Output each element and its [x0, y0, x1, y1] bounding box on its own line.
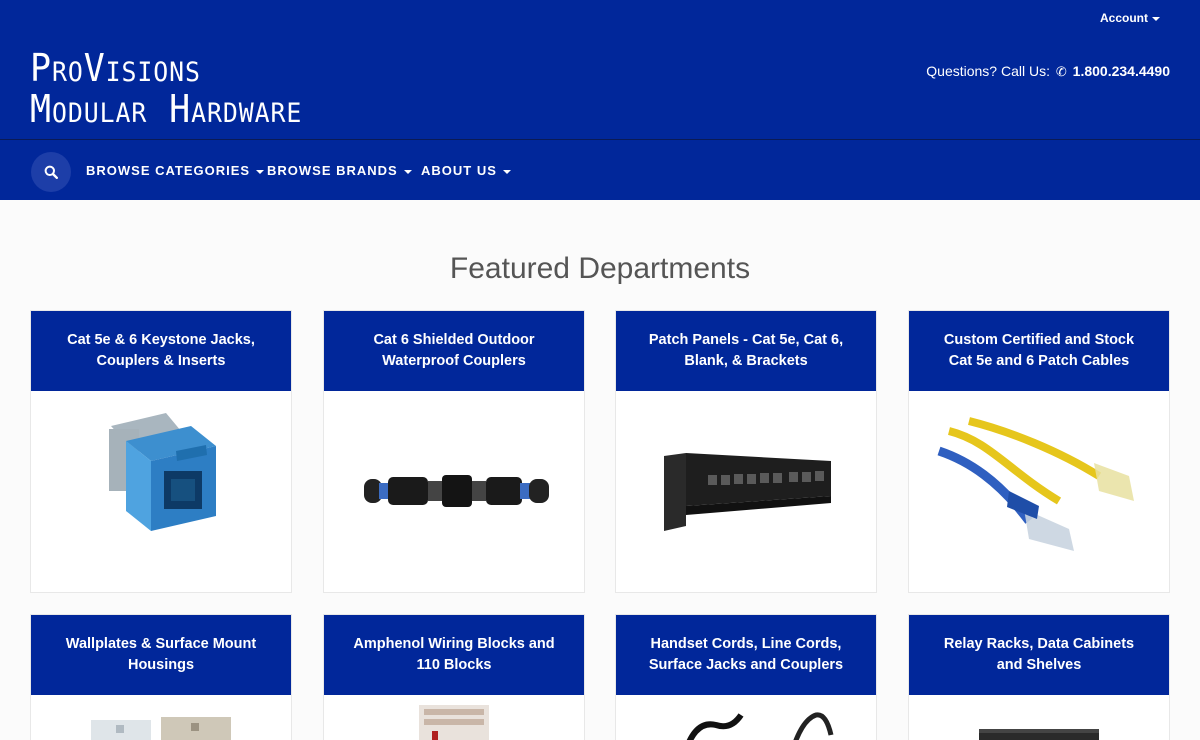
site-header: Account ProVisions Modular Hardware Ques… [0, 0, 1200, 139]
wiring-block-image [324, 695, 584, 740]
department-title: Wallplates & Surface Mount Housings [31, 615, 291, 695]
phone-contact: Questions? Call Us: ✆ 1.800.234.4490 [926, 63, 1170, 80]
main-content: Featured Departments Cat 5e & 6 Keystone… [0, 200, 1200, 740]
site-logo[interactable]: ProVisions Modular Hardware [30, 48, 302, 130]
waterproof-coupler-image [324, 391, 584, 592]
handset-cord-image [616, 695, 876, 740]
nav-label: BROWSE BRANDS [267, 163, 398, 178]
department-card-wiring-blocks[interactable]: Amphenol Wiring Blocks and 110 Blocks [323, 614, 585, 740]
nav-label: BROWSE CATEGORIES [86, 163, 251, 178]
relay-rack-image [909, 695, 1169, 740]
caret-down-icon [403, 169, 412, 174]
nav-about-us[interactable]: ABOUT US [421, 163, 511, 178]
caret-down-icon [502, 169, 511, 174]
department-title: Amphenol Wiring Blocks and 110 Blocks [324, 615, 584, 695]
logo-line-2: Modular Hardware [30, 87, 303, 131]
logo-line-1: ProVisions [30, 46, 201, 90]
phone-icon: ✆ [1055, 64, 1067, 79]
caret-down-icon [256, 169, 265, 174]
search-button[interactable] [31, 152, 71, 192]
department-card-patch-cables[interactable]: Custom Certified and Stock Cat 5e and 6 … [908, 310, 1170, 593]
department-card-wallplates[interactable]: Wallplates & Surface Mount Housings [30, 614, 292, 740]
caret-down-icon [1152, 16, 1160, 21]
department-card-handset-cords[interactable]: Handset Cords, Line Cords, Surface Jacks… [615, 614, 877, 740]
account-label: Account [1100, 11, 1148, 25]
wallplate-image [31, 695, 291, 740]
nav-label: ABOUT US [421, 163, 497, 178]
main-navbar: BROWSE CATEGORIES BROWSE BRANDS ABOUT US [0, 139, 1200, 200]
nav-browse-brands[interactable]: BROWSE BRANDS [267, 163, 412, 178]
department-title: Cat 5e & 6 Keystone Jacks, Couplers & In… [31, 311, 291, 391]
department-title: Custom Certified and Stock Cat 5e and 6 … [909, 311, 1169, 391]
patch-cable-image [909, 391, 1169, 592]
department-title: Cat 6 Shielded Outdoor Waterproof Couple… [324, 311, 584, 391]
phone-number[interactable]: 1.800.234.4490 [1073, 63, 1170, 79]
department-title: Patch Panels - Cat 5e, Cat 6, Blank, & B… [616, 311, 876, 391]
patch-panel-image [616, 391, 876, 592]
section-title: Featured Departments [449, 252, 751, 285]
department-card-patch-panels[interactable]: Patch Panels - Cat 5e, Cat 6, Blank, & B… [615, 310, 877, 593]
keystone-jack-image [31, 391, 291, 592]
nav-browse-categories[interactable]: BROWSE CATEGORIES [86, 163, 265, 178]
department-card-waterproof-couplers[interactable]: Cat 6 Shielded Outdoor Waterproof Couple… [323, 310, 585, 593]
department-title: Relay Racks, Data Cabinets and Shelves [909, 615, 1169, 695]
account-menu[interactable]: Account [1100, 11, 1160, 25]
department-card-keystone-jacks[interactable]: Cat 5e & 6 Keystone Jacks, Couplers & In… [30, 310, 292, 593]
phone-prefix: Questions? Call Us: [926, 63, 1050, 79]
search-icon [44, 165, 58, 179]
department-card-relay-racks[interactable]: Relay Racks, Data Cabinets and Shelves [908, 614, 1170, 740]
department-title: Handset Cords, Line Cords, Surface Jacks… [616, 615, 876, 695]
